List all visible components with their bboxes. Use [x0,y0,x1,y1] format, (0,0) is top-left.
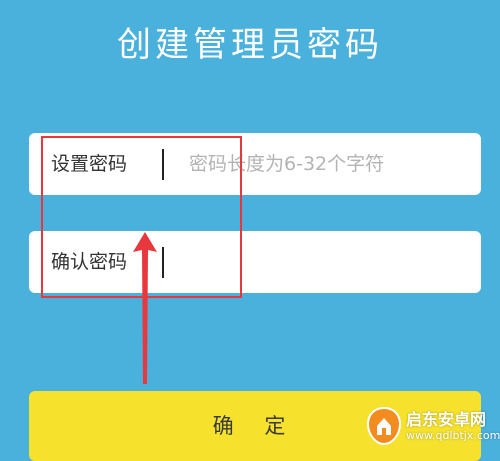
text-cursor [162,149,164,180]
confirm-password-label: 确认密码 [51,251,128,273]
text-cursor [162,247,164,278]
page-title: 创建管理员密码 [117,25,383,65]
set-password-field[interactable]: 设置密码 [29,133,481,195]
confirm-button[interactable]: 确 定 [29,391,481,461]
confirm-password-input[interactable] [189,231,469,293]
set-password-input[interactable] [189,133,469,195]
set-password-label: 设置密码 [51,153,128,175]
confirm-password-field[interactable]: 确认密码 [29,231,481,293]
